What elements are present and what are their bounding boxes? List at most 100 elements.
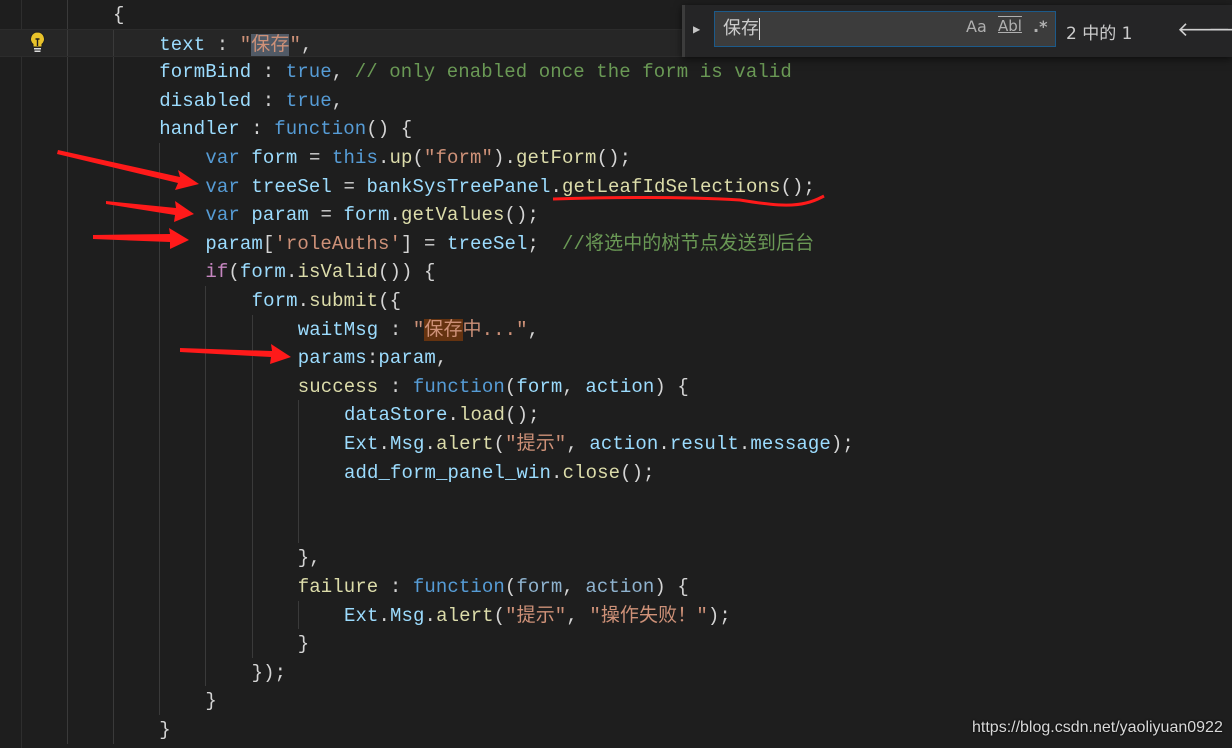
code-line[interactable]: Ext.Msg.alert("提示", action.result.messag… [0,429,1232,458]
code-token: text [159,33,206,56]
code-line[interactable] [0,514,1232,544]
indent-guide [159,371,161,401]
code-token: form [251,147,298,169]
code-line[interactable]: handler : function() { [0,114,1232,143]
code-token: ( [504,375,517,398]
lightbulb-icon[interactable] [29,31,46,53]
code-token: ); [830,433,854,455]
indent-guide [113,686,114,715]
indent-guide [205,572,207,601]
indent-guide [251,314,253,344]
indent-guide [251,572,253,601]
code-token: = [297,147,332,169]
indent-guide [251,429,253,458]
indent-guide [159,572,161,601]
code-token: close [562,461,621,484]
watermark: https://blog.csdn.net/yaoliyuan0922 [972,719,1223,736]
code-token: treeSel [446,232,528,255]
code-token: up [389,147,413,169]
code-token: var [205,147,240,169]
code-line[interactable]: } [0,686,1232,715]
code-line[interactable]: waitMsg : "保存中...", [0,314,1232,344]
indent-guide [66,400,68,429]
indent-guide [205,371,207,401]
code-line[interactable]: }); [0,657,1232,687]
code-token: = [331,175,367,198]
code-token: param [378,347,436,370]
regex-toggle[interactable]: .* [1033,17,1047,36]
code-token: , [527,318,540,341]
code-token: . [378,604,391,627]
indent-guide [66,286,68,315]
indent-guide [159,629,161,658]
code-line[interactable]: failure : function(form, action) { [0,572,1232,601]
code-token: dataStore [344,404,448,427]
match-case-toggle[interactable]: Aa [966,17,987,36]
code-token: (); [505,404,540,427]
code-token: . [424,433,437,455]
indent-guide [251,543,253,572]
code-text: } [298,629,310,658]
code-token: 中..." [462,318,528,341]
code-token: Msg [390,433,425,455]
code-token: , [435,347,448,370]
code-token: this [331,147,378,169]
code-token: ). [493,147,517,169]
code-line[interactable]: params:param, [0,343,1232,372]
indent-guide [251,600,253,630]
code-line[interactable]: }, [0,543,1232,572]
code-token: ] = [400,232,447,255]
code-line[interactable]: var param = form.getValues(); [0,200,1232,229]
code-line[interactable] [0,486,1232,515]
code-editor[interactable]: {text : "保存", formBind : true, // only en… [0,0,1232,748]
indent-guide [205,514,207,544]
indent-guide [159,400,161,429]
code-token: formBind [159,61,252,84]
indent-guide [159,514,161,544]
code-token: add_form_panel_win [344,461,552,484]
code-text: disabled : true, [159,86,343,115]
code-token: (); [780,175,816,198]
code-line[interactable]: dataStore.load(); [0,400,1232,429]
indent-guide [205,429,207,458]
indent-guide [113,457,114,487]
code-token: 保存 [251,33,290,56]
code-token: result [669,433,739,455]
code-token: load [459,404,506,427]
code-line[interactable]: if(form.isValid()) { [0,257,1232,286]
code-token: . [738,433,751,455]
code-line[interactable]: var form = this.up("form").getForm(); [0,143,1232,172]
code-token: getValues [400,204,505,227]
whole-word-toggle[interactable]: Abl [998,17,1022,35]
indent-guide [66,629,68,658]
code-line[interactable]: formBind : true, // only enabled once th… [0,57,1232,86]
code-token: . [377,147,390,169]
code-text: add_form_panel_win.close(); [344,458,655,487]
code-line[interactable]: var treeSel = bankSysTreePanel.getLeafId… [0,171,1232,201]
code-line[interactable]: success : function(form, action) { [0,371,1232,401]
code-line[interactable]: disabled : true, [0,85,1232,115]
indent-guide [66,686,68,715]
toggle-replace-icon[interactable]: ▶ [693,22,700,36]
indent-guide [66,600,68,630]
code-token: submit [309,290,379,312]
code-token: ()) { [377,261,436,284]
indent-guide [66,0,68,29]
code-line[interactable]: Ext.Msg.alert("提示", "操作失败！"); [0,600,1232,630]
code-token: . [447,404,460,427]
indent-guide [251,457,253,487]
indent-guide [205,600,207,630]
code-token: // only enabled once the form is valid [354,61,792,84]
indent-guide [251,486,253,515]
code-line[interactable]: form.submit({ [0,286,1232,315]
code-token: true [285,89,332,112]
indent-guide [159,600,161,630]
arrow-right-icon[interactable]: 🡒 [1208,17,1232,41]
code-line[interactable]: } [0,629,1232,658]
code-token: ( [504,576,517,598]
indent-guide [297,400,299,429]
indent-guide [205,457,207,487]
code-line[interactable]: add_form_panel_win.close(); [0,457,1232,487]
code-line[interactable]: param['roleAuths'] = treeSel; //将选中的树节点发… [0,228,1232,258]
